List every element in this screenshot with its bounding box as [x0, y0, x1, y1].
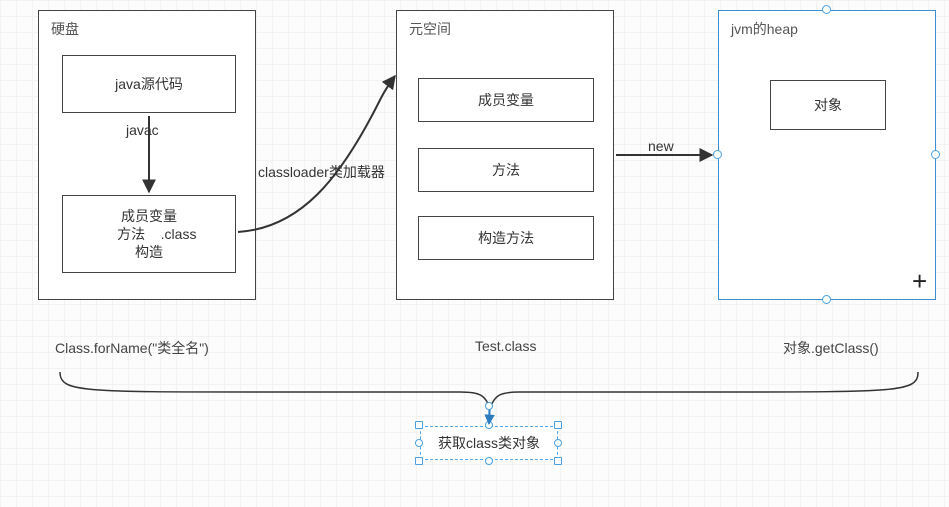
box-member-var: 成员变量 — [418, 78, 594, 122]
sel-handle-nw[interactable] — [415, 421, 423, 429]
sel-handle-n[interactable] — [485, 421, 493, 429]
sel-handle-s[interactable] — [485, 457, 493, 465]
panel-metaspace-title: 元空间 — [409, 19, 451, 39]
box-constructor-label: 构造方法 — [478, 229, 534, 247]
conn-dot-heap-bottom[interactable] — [822, 295, 831, 304]
sel-handle-ne[interactable] — [554, 421, 562, 429]
box-member-var-label: 成员变量 — [478, 91, 534, 109]
conn-dot-heap-left[interactable] — [713, 150, 722, 159]
box-method-label: 方法 — [492, 161, 520, 179]
box-object-label: 对象 — [814, 96, 842, 114]
label-new: new — [648, 138, 674, 154]
box-constructor: 构造方法 — [418, 216, 594, 260]
selected-box-label: 获取class类对象 — [438, 433, 540, 453]
panel-disk-title: 硬盘 — [51, 19, 79, 39]
panel-heap-title: jvm的heap — [731, 19, 798, 39]
panel-heap[interactable]: jvm的heap — [718, 10, 936, 300]
caption-right: 对象.getClass() — [783, 338, 879, 358]
label-javac: javac — [126, 122, 159, 138]
label-classloader: classloader类加载器 — [258, 162, 385, 182]
sel-handle-se[interactable] — [554, 457, 562, 465]
sel-rotate-handle[interactable] — [485, 402, 493, 410]
sel-handle-sw[interactable] — [415, 457, 423, 465]
caption-center: Test.class — [475, 338, 536, 354]
selected-box-get-class[interactable]: 获取class类对象 — [420, 426, 558, 460]
box-java-source-label: java源代码 — [115, 75, 183, 93]
box-java-source: java源代码 — [62, 55, 236, 113]
sel-handle-e[interactable] — [554, 439, 562, 447]
box-class-file: 成员变量 方法 .class 构造 — [62, 195, 236, 273]
conn-dot-heap-top[interactable] — [822, 5, 831, 14]
box-object: 对象 — [770, 80, 886, 130]
conn-dot-heap-right[interactable] — [931, 150, 940, 159]
box-class-file-label: 成员变量 方法 .class 构造 — [102, 207, 197, 262]
box-method: 方法 — [418, 148, 594, 192]
caption-left: Class.forName("类全名") — [55, 338, 209, 358]
sel-handle-w[interactable] — [415, 439, 423, 447]
add-shape-icon[interactable]: + — [912, 268, 927, 294]
arrow-classloader — [238, 76, 395, 232]
